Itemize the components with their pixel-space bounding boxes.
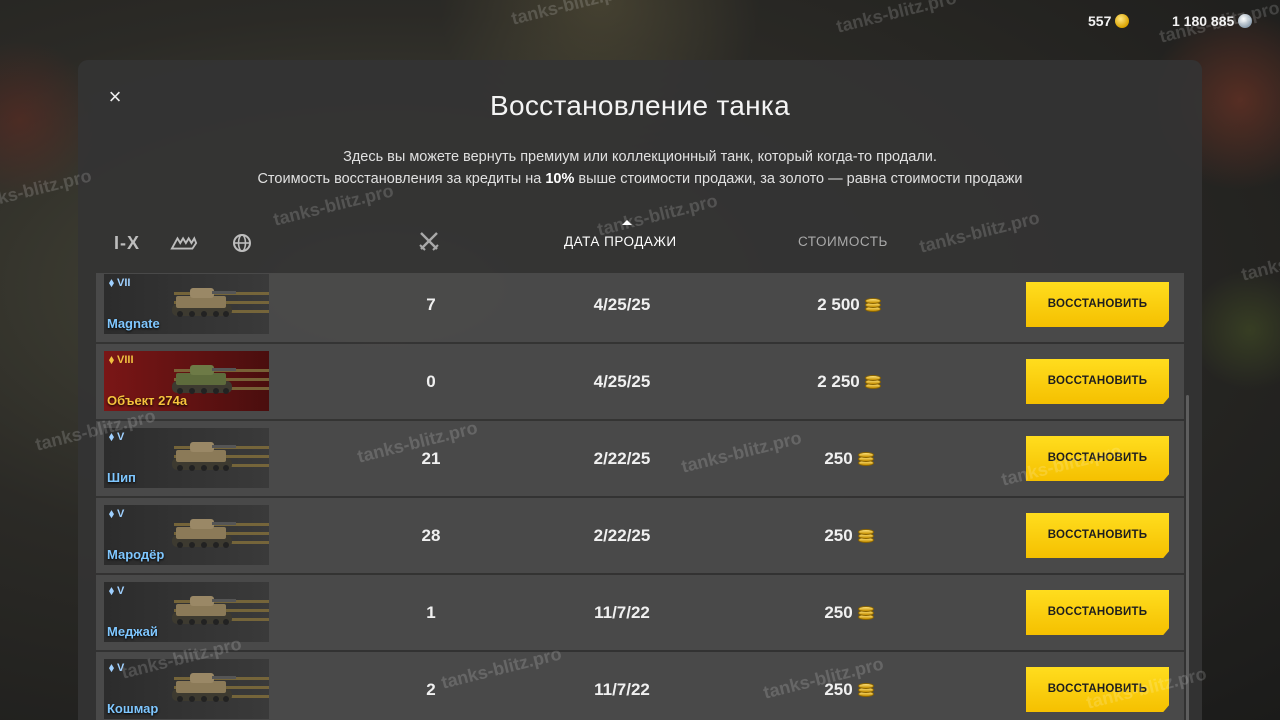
filter-bar: I-X <box>114 232 256 254</box>
price-value: 250 <box>824 680 853 699</box>
sale-date: 4/25/25 <box>593 295 651 314</box>
gold-coins-icon <box>857 528 874 544</box>
credits-coin-icon <box>1238 14 1253 28</box>
tank-row: ⬧ V Шип 21 2/22/25 250 ВОССТАНОВИТЬ <box>96 421 1184 496</box>
restore-price: 250 <box>784 652 914 720</box>
tank-card[interactable]: ⬧ VIII Объект 274а <box>104 351 269 411</box>
tank-name: Меджай <box>107 624 158 639</box>
gold-coins-icon <box>857 451 874 467</box>
sale-date: 11/7/22 <box>594 680 650 699</box>
tank-tier: ⬧ V <box>109 431 125 443</box>
tank-row: ⬧ V Меджай 1 11/7/22 250 ВОССТАНОВИТЬ <box>96 575 1184 650</box>
restore-button[interactable]: ВОССТАНОВИТЬ <box>1026 282 1169 327</box>
gold-amount: 557 <box>1088 13 1112 29</box>
restore-button[interactable]: ВОССТАНОВИТЬ <box>1026 590 1169 635</box>
sort-ascending-icon <box>622 220 632 225</box>
battles-count: 0 <box>426 372 436 391</box>
restore-price: 250 <box>784 575 914 650</box>
tank-icon <box>172 442 236 471</box>
dialog-description: Здесь вы можете вернуть премиум или колл… <box>78 146 1202 190</box>
price-value: 250 <box>824 449 853 468</box>
credits-amount: 1 180 885 <box>1172 13 1235 29</box>
tank-card[interactable]: ⬧ V Кошмар <box>104 659 269 719</box>
price-value: 250 <box>824 526 853 545</box>
battles-count: 1 <box>426 603 436 622</box>
credits-balance: 1 180 885 <box>1172 13 1253 29</box>
dialog-title: Восстановление танка <box>490 90 790 121</box>
gold-coins-icon <box>857 682 874 698</box>
price-column-header[interactable]: СТОИМОСТЬ <box>798 234 888 249</box>
tank-tier: ⬧ V <box>109 662 125 674</box>
price-value: 2 500 <box>817 295 860 314</box>
tank-card[interactable]: ⬧ VII Magnate <box>104 274 269 334</box>
battles-count: 21 <box>421 449 441 468</box>
battles-count: 28 <box>421 526 441 545</box>
price-value: 250 <box>824 603 853 622</box>
tank-card[interactable]: ⬧ V Мародёр <box>104 505 269 565</box>
tank-tier: ⬧ V <box>109 508 125 520</box>
sale-date: 11/7/22 <box>594 603 650 622</box>
gold-coins-icon <box>864 297 881 313</box>
battles-count: 2 <box>426 680 436 699</box>
tank-tier: ⬧ VIII <box>109 354 134 366</box>
tank-tier: ⬧ V <box>109 585 125 597</box>
restore-button[interactable]: ВОССТАНОВИТЬ <box>1026 513 1169 558</box>
tank-tier: ⬧ VII <box>109 277 131 289</box>
description-line-1: Здесь вы можете вернуть премиум или колл… <box>343 149 937 165</box>
description-line-2: Стоимость восстановления за кредиты на 1… <box>78 168 1202 190</box>
sale-date: 4/25/25 <box>593 372 651 391</box>
sale-date-column-header[interactable]: ДАТА ПРОДАЖИ <box>564 220 677 249</box>
restore-price: 2 250 <box>784 344 914 419</box>
sale-date: 2/22/25 <box>593 449 651 468</box>
tank-icon <box>172 519 236 548</box>
tank-icon <box>172 596 236 625</box>
sale-date: 2/22/25 <box>593 526 651 545</box>
tank-type-filter-icon[interactable] <box>170 232 198 254</box>
gold-coins-icon <box>857 605 874 621</box>
price-value: 2 250 <box>817 372 860 391</box>
restore-button[interactable]: ВОССТАНОВИТЬ <box>1026 436 1169 481</box>
gold-coin-icon <box>1115 14 1130 28</box>
tank-row: ⬧ V Кошмар 2 11/7/22 250 ВОССТАНОВИТЬ <box>96 652 1184 720</box>
nation-globe-icon[interactable] <box>228 232 256 254</box>
tank-list: ⬧ VII Magnate 7 4/25/25 2 500 ВОССТАНОВИ… <box>96 273 1184 720</box>
gold-coins-icon <box>864 374 881 390</box>
tank-card[interactable]: ⬧ V Меджай <box>104 582 269 642</box>
gold-balance: 557 <box>1088 13 1130 29</box>
restore-button[interactable]: ВОССТАНОВИТЬ <box>1026 667 1169 712</box>
tier-filter[interactable]: I-X <box>114 233 140 254</box>
description-text-b: выше стоимости продажи, за золото — равн… <box>574 171 1023 187</box>
description-text-a: Стоимость восстановления за кредиты на <box>257 171 546 187</box>
tank-row: ⬧ VII Magnate 7 4/25/25 2 500 ВОССТАНОВИ… <box>96 273 1184 342</box>
tank-card[interactable]: ⬧ V Шип <box>104 428 269 488</box>
tank-name: Кошмар <box>107 701 159 716</box>
tank-name: Magnate <box>107 316 160 331</box>
tank-icon <box>172 288 236 317</box>
battles-column-icon[interactable] <box>418 230 440 255</box>
tank-row: ⬧ V Мародёр 28 2/22/25 250 ВОССТАНОВИТЬ <box>96 498 1184 573</box>
tank-name: Шип <box>107 470 136 485</box>
restore-price: 250 <box>784 421 914 496</box>
restore-button[interactable]: ВОССТАНОВИТЬ <box>1026 359 1169 404</box>
restore-price: 2 500 <box>784 273 914 342</box>
description-percent: 10% <box>545 171 575 187</box>
list-scrollbar[interactable] <box>1186 395 1189 720</box>
restore-tank-dialog: × Восстановление танка Здесь вы можете в… <box>78 60 1202 720</box>
battles-count: 7 <box>426 295 436 314</box>
tank-icon <box>172 673 236 702</box>
tank-row: ⬧ VIII Объект 274а 0 4/25/25 2 250 ВОССТ… <box>96 344 1184 419</box>
restore-price: 250 <box>784 498 914 573</box>
tank-name: Мародёр <box>107 547 165 562</box>
tank-name: Объект 274а <box>107 393 188 408</box>
sale-date-label: ДАТА ПРОДАЖИ <box>564 234 677 249</box>
